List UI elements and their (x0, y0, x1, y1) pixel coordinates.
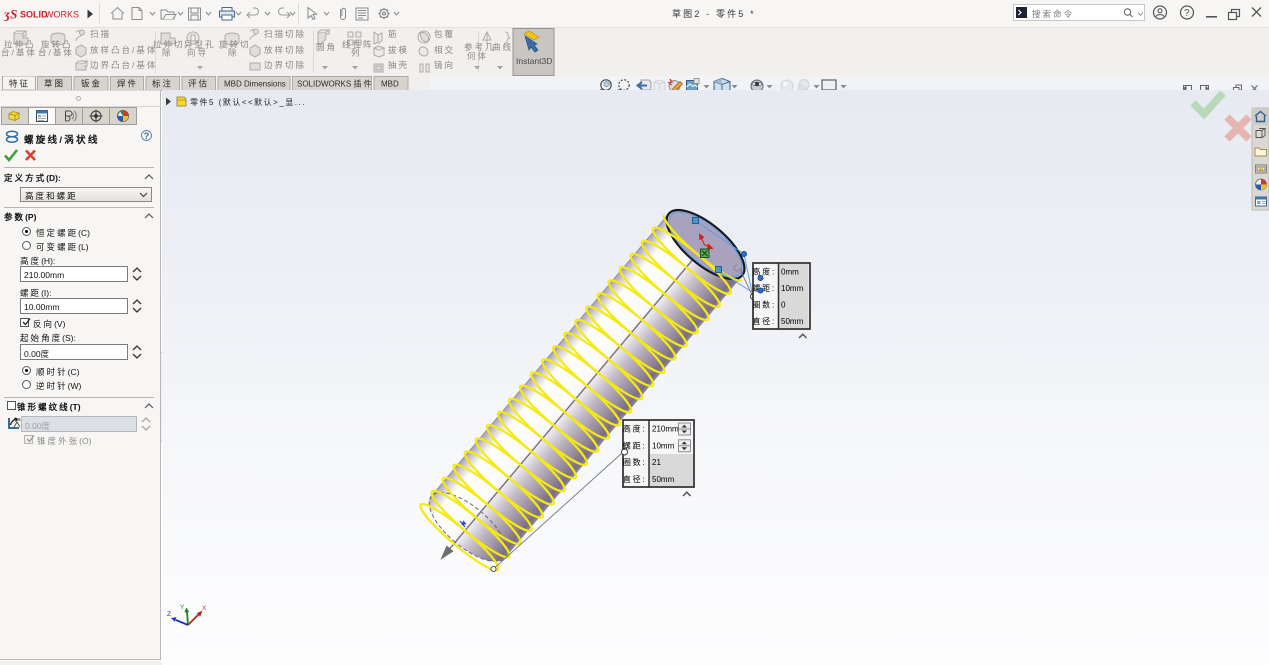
svg-text:向导: 向导 (187, 48, 208, 58)
svg-text:拔模: 拔模 (388, 45, 409, 55)
svg-text:台/基体: 台/基体 (38, 48, 74, 58)
svg-text:?: ? (1184, 8, 1190, 19)
svg-text:螺距:: 螺距: (752, 283, 776, 293)
svg-text:X: X (202, 605, 207, 612)
svg-text:包覆: 包覆 (434, 29, 455, 39)
svg-text:零件5 (默认<<默认>_显...: 零件5 (默认<<默认>_显... (190, 97, 306, 107)
svg-text:Instant3D: Instant3D (516, 56, 552, 66)
svg-text:螺距:: 螺距: (623, 440, 647, 450)
svg-text:焊件: 焊件 (117, 79, 138, 89)
svg-text:10mm: 10mm (781, 284, 804, 293)
svg-text:圆角: 圆角 (316, 42, 337, 52)
svg-text:ʒS: ʒS (4, 7, 17, 22)
svg-text:列: 列 (351, 48, 362, 58)
svg-text:SOLID: SOLID (20, 10, 48, 20)
svg-text:放样切除: 放样切除 (264, 45, 306, 55)
svg-text:高度:: 高度: (752, 267, 776, 277)
svg-text:0mm: 0mm (781, 268, 799, 277)
svg-text:圈数:: 圈数: (752, 300, 776, 310)
svg-text:WORKS: WORKS (45, 10, 79, 20)
svg-text:MBD: MBD (381, 80, 399, 89)
svg-text:曲线: 曲线 (492, 42, 513, 52)
svg-text:50mm: 50mm (652, 475, 675, 484)
svg-text:何体: 何体 (467, 51, 488, 61)
svg-text:标注: 标注 (152, 79, 173, 89)
svg-text:除: 除 (228, 48, 239, 58)
svg-text:放样凸台/基体: 放样凸台/基体 (90, 45, 157, 55)
svg-text:扫描: 扫描 (90, 29, 111, 39)
svg-text:草图: 草图 (44, 79, 65, 89)
svg-text:特征: 特征 (9, 79, 30, 89)
svg-text:Y: Y (180, 604, 185, 611)
svg-text:高度:: 高度: (623, 424, 647, 434)
svg-text:10mm: 10mm (652, 441, 675, 450)
svg-text:扫描切除: 扫描切除 (264, 29, 306, 39)
svg-text:210mm: 210mm (652, 425, 679, 434)
svg-text:50mm: 50mm (781, 317, 804, 326)
svg-text:边界切除: 边界切除 (264, 60, 306, 70)
svg-text:相交: 相交 (434, 45, 455, 55)
svg-text:圈数:: 圈数: (623, 457, 647, 467)
svg-text:边界凸台/基体: 边界凸台/基体 (90, 60, 157, 70)
svg-text:MBD Dimensions: MBD Dimensions (224, 80, 286, 89)
svg-text:台/基体: 台/基体 (1, 48, 37, 58)
svg-text:钣金: 钣金 (81, 79, 102, 89)
svg-text:21: 21 (652, 458, 661, 467)
svg-text:筋: 筋 (388, 29, 399, 39)
svg-text:直径:: 直径: (623, 474, 647, 484)
svg-text:SOLIDWORKS 插件: SOLIDWORKS 插件 (297, 79, 373, 89)
svg-text:评估: 评估 (188, 79, 209, 89)
svg-text:直径:: 直径: (752, 316, 776, 326)
svg-text:Z: Z (167, 611, 171, 618)
svg-text:除: 除 (162, 48, 173, 58)
svg-text:抽壳: 抽壳 (388, 60, 409, 70)
svg-text:0: 0 (781, 301, 786, 310)
svg-text:镜向: 镜向 (434, 60, 455, 70)
